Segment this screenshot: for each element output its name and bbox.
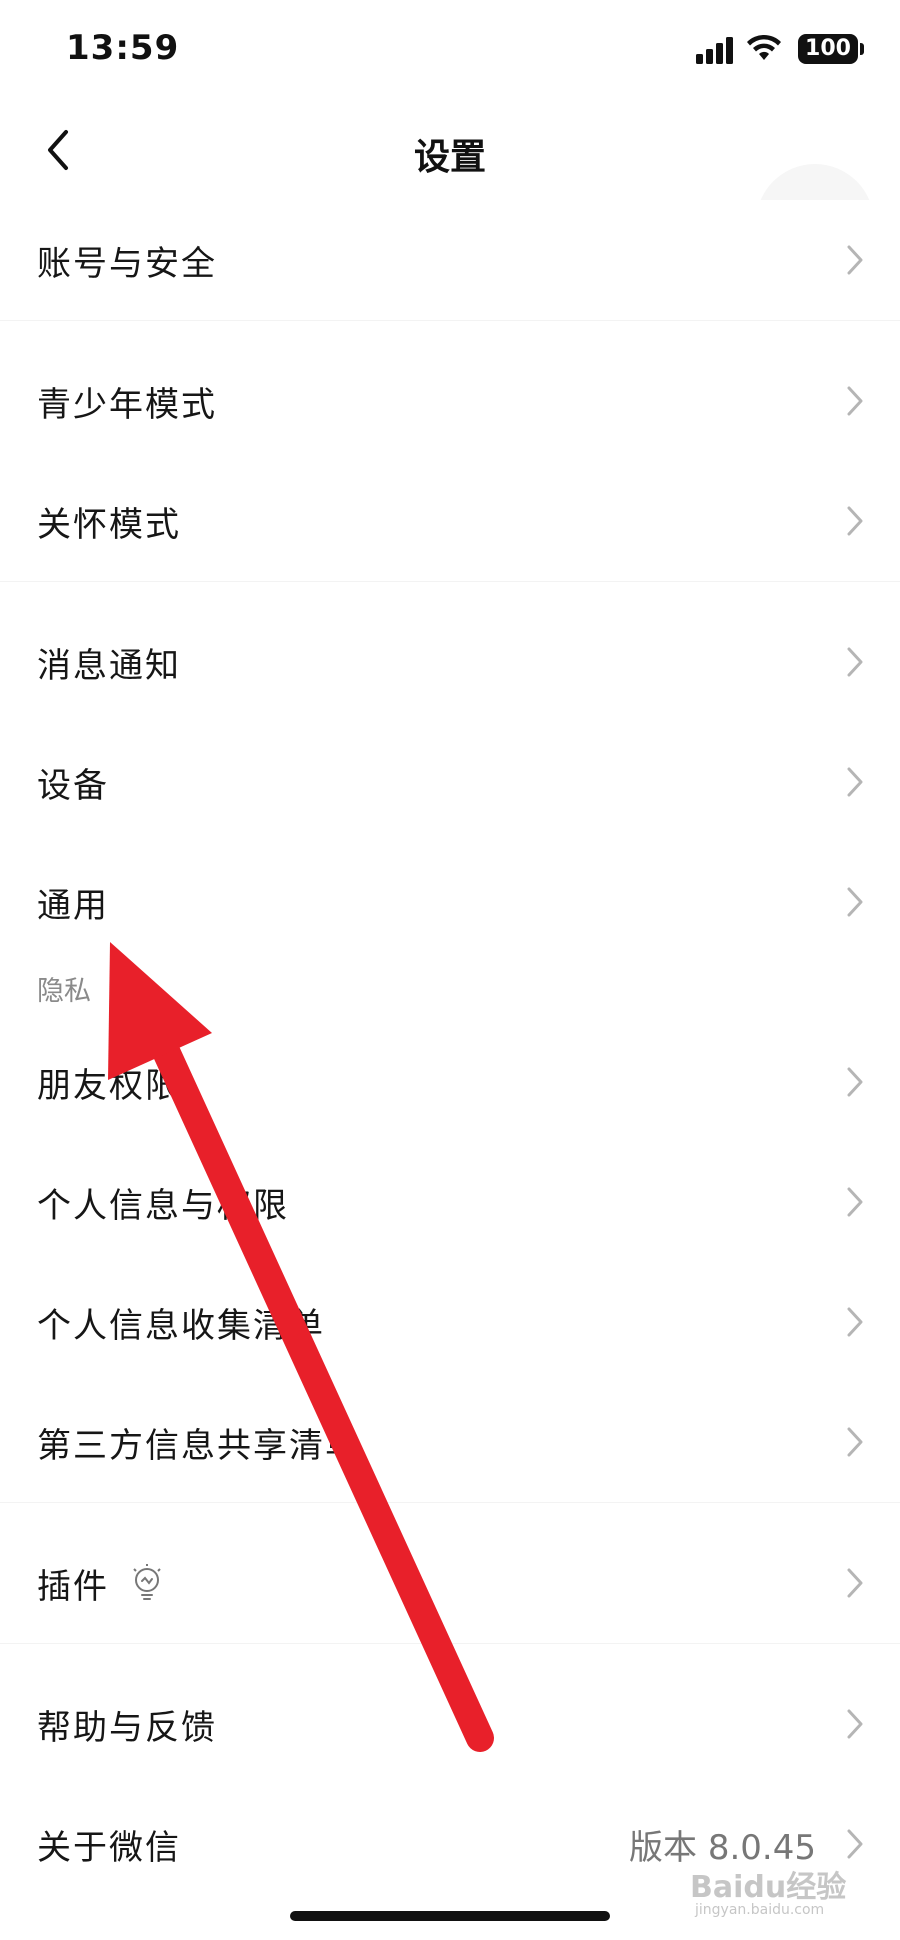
row-label: 通用 — [37, 885, 109, 926]
row-label: 青少年模式 — [37, 384, 217, 425]
row-personal-info-permissions[interactable]: 个人信息与权限 — [0, 1142, 900, 1262]
row-label: 个人信息与权限 — [37, 1185, 289, 1226]
battery-icon: 100 — [798, 34, 858, 64]
chevron-right-icon — [847, 386, 863, 416]
chevron-right-icon — [847, 245, 863, 275]
page-title: 设置 — [413, 137, 486, 178]
row-care-mode[interactable]: 关怀模式 — [0, 461, 900, 581]
settings-list: 账号与安全 青少年模式 关怀模式 消息通知 设备 通用 隐私 朋友权限 个人信息… — [0, 200, 900, 1904]
row-label: 帮助与反馈 — [37, 1707, 217, 1748]
row-label: 关怀模式 — [37, 504, 181, 545]
row-third-party-sharing[interactable]: 第三方信息共享清单 — [0, 1382, 900, 1502]
row-devices[interactable]: 设备 — [0, 722, 900, 842]
row-help-feedback[interactable]: 帮助与反馈 — [0, 1664, 900, 1784]
nav-bar: 设置 — [0, 100, 900, 224]
row-label: 账号与安全 — [37, 243, 217, 284]
row-label: 消息通知 — [37, 645, 181, 686]
row-label: 个人信息收集清单 — [37, 1305, 325, 1346]
group-separator — [0, 320, 900, 341]
chevron-right-icon — [847, 887, 863, 917]
battery-tip — [860, 43, 864, 55]
section-label-privacy: 隐私 — [37, 976, 91, 1007]
row-label: 第三方信息共享清单 — [37, 1425, 361, 1466]
chevron-right-icon — [847, 1307, 863, 1337]
chevron-right-icon — [847, 1709, 863, 1739]
chevron-right-icon — [847, 767, 863, 797]
row-personal-info-collection[interactable]: 个人信息收集清单 — [0, 1262, 900, 1382]
group-separator — [0, 581, 900, 602]
chevron-right-icon — [847, 1568, 863, 1598]
row-general[interactable]: 通用 — [0, 842, 900, 962]
row-label: 插件 — [37, 1566, 109, 1607]
row-friend-permissions[interactable]: 朋友权限 — [0, 1022, 900, 1142]
chevron-right-icon — [847, 506, 863, 536]
chevron-right-icon — [847, 1187, 863, 1217]
group-separator — [0, 1502, 900, 1523]
chevron-right-icon — [847, 1829, 863, 1859]
chevron-right-icon — [847, 1427, 863, 1457]
row-label: 设备 — [37, 765, 109, 806]
group-separator — [0, 1643, 900, 1664]
status-icons: 100 — [664, 34, 864, 68]
chevron-right-icon — [847, 647, 863, 677]
home-indicator[interactable] — [290, 1911, 610, 1921]
signal-icon — [696, 37, 733, 64]
watermark-url: jingyan.baidu.com — [695, 1902, 825, 1918]
row-account-security[interactable]: 账号与安全 — [0, 200, 900, 320]
row-youth-mode[interactable]: 青少年模式 — [0, 341, 900, 461]
row-label: 朋友权限 — [37, 1065, 181, 1106]
row-label: 关于微信 — [37, 1827, 181, 1868]
wifi-icon — [747, 34, 781, 60]
lightbulb-icon — [133, 1564, 161, 1600]
row-plugins[interactable]: 插件 — [0, 1523, 900, 1643]
status-bar: 13:59 100 — [0, 0, 900, 100]
row-notifications[interactable]: 消息通知 — [0, 602, 900, 722]
status-time: 13:59 — [66, 28, 180, 68]
watermark-logo: Baidu经验 — [690, 1870, 847, 1905]
chevron-right-icon — [847, 1067, 863, 1097]
